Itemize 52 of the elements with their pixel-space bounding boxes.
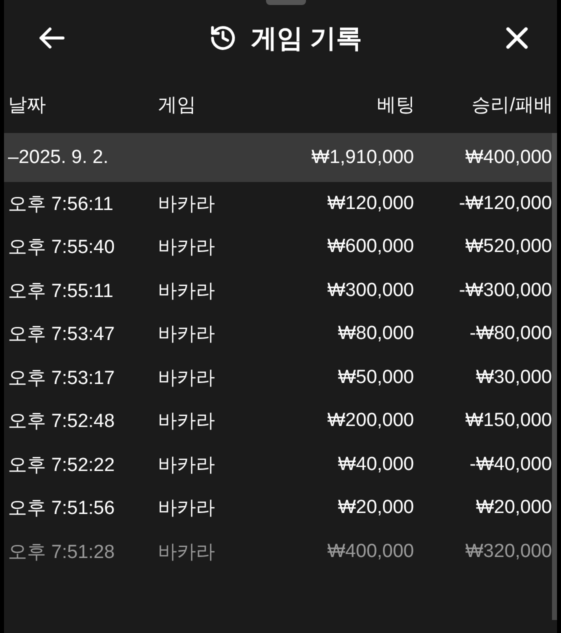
group-date: –2025. 9. 2. xyxy=(8,146,110,168)
table-cell-text: -₩120,000 xyxy=(458,192,552,215)
table-cell-text: ₩120,000 xyxy=(326,192,414,215)
group-bet-total: ₩1,910,000 xyxy=(310,146,414,168)
back-arrow-icon xyxy=(38,26,66,50)
table-cell-text: 오후 7:55:40 xyxy=(8,236,116,260)
table-cell-text: ₩40,000 xyxy=(336,454,414,476)
table-cell-text: 바카라 xyxy=(158,236,216,260)
table-cell-text: -₩40,000 xyxy=(468,454,552,476)
table-cell-text: 오후 7:51:56 xyxy=(8,497,116,522)
drag-handle[interactable] xyxy=(266,0,306,5)
table-cell-text: 바카라 xyxy=(158,454,216,478)
table-cell-text: ₩20,000 xyxy=(336,497,414,520)
table-cell-text: ₩320,000 xyxy=(464,540,552,563)
table-cell-text: -₩300,000 xyxy=(458,280,552,302)
table-cell-text: 오후 7:55:11 xyxy=(8,280,114,304)
table-cell-text: ₩50,000 xyxy=(336,366,414,389)
column-header: 승리/패배 xyxy=(470,94,553,118)
table-cell-text: -₩80,000 xyxy=(468,323,552,346)
table-cell-text: 바카라 xyxy=(158,280,216,304)
column-header: 날짜 xyxy=(8,94,47,118)
table-cell-text: ₩80,000 xyxy=(336,323,414,346)
table-cell-text: 오후 7:53:17 xyxy=(8,366,116,391)
column-header: 게임 xyxy=(158,94,197,118)
table-cell-text: 바카라 xyxy=(158,192,216,217)
table-cell-text: 오후 7:51:28 xyxy=(8,540,116,565)
table-cell-text: 오후 7:52:48 xyxy=(8,410,116,434)
table-cell-text: 오후 7:53:47 xyxy=(8,323,116,348)
window-title: 게임 기록 xyxy=(250,22,362,54)
table-cell-text: 바카라 xyxy=(158,410,216,434)
table-cell-text: ₩600,000 xyxy=(326,236,414,258)
back-button[interactable] xyxy=(38,26,66,50)
table-cell-text: ₩200,000 xyxy=(326,410,414,432)
group-result-total: ₩400,000 xyxy=(464,146,552,168)
scrollbar[interactable] xyxy=(552,133,557,620)
table-cell-text: 바카라 xyxy=(158,323,216,348)
table-cell-text: 오후 7:56:11 xyxy=(8,192,114,217)
table-cell-text: ₩20,000 xyxy=(474,497,552,520)
column-header: 베팅 xyxy=(376,94,415,118)
table-cell-text: 바카라 xyxy=(158,366,216,391)
table-cell-text: 오후 7:52:22 xyxy=(8,454,116,478)
table-cell-text: ₩30,000 xyxy=(474,366,552,389)
table-cell-text: ₩520,000 xyxy=(464,236,552,258)
table-cell-text: ₩400,000 xyxy=(326,540,414,563)
close-button[interactable] xyxy=(504,26,529,50)
date-group-row[interactable]: –2025. 9. 2. ₩1,910,000 ₩400,000 xyxy=(4,133,552,182)
table-cell-text: 바카라 xyxy=(158,497,216,522)
table-cell-text: ₩150,000 xyxy=(464,410,552,432)
table-cell-text: 바카라 xyxy=(158,540,216,565)
close-icon xyxy=(504,26,529,50)
table-cell-text: ₩300,000 xyxy=(326,280,414,302)
history-icon xyxy=(208,24,237,52)
